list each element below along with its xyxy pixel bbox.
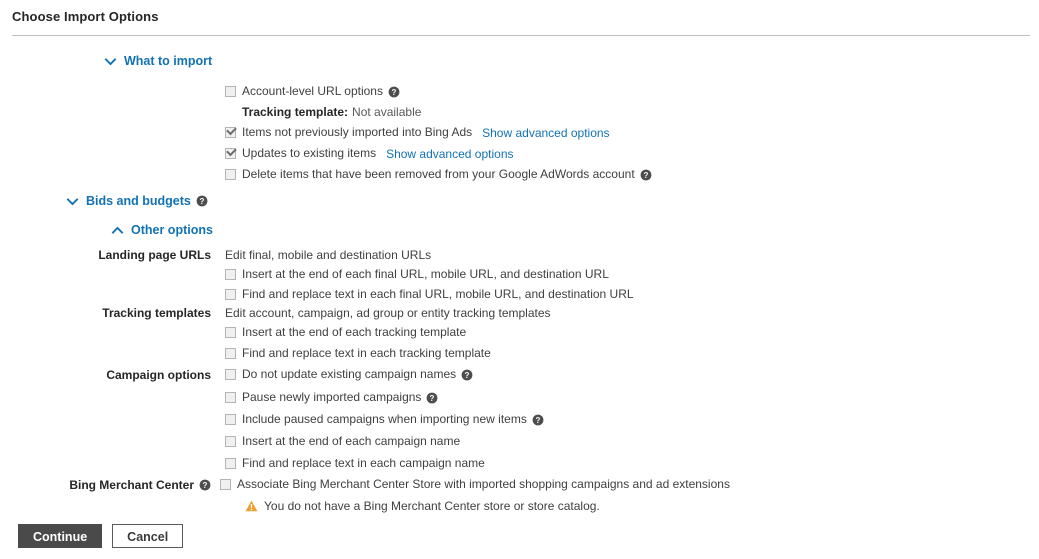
tracking-template-key: Tracking template:: [242, 104, 349, 119]
checkbox-label-find-replace-tracking-template: Find and replace text in each tracking t…: [242, 346, 491, 360]
checkbox-find-replace-campaign-name[interactable]: [225, 458, 236, 469]
checkbox-label-insert-end-campaign-name: Insert at the end of each campaign name: [242, 434, 461, 448]
checkbox-label-find-replace-campaign-name: Find and replace text in each campaign n…: [242, 456, 485, 470]
option-row-do-not-update-campaign-names: Campaign options Do not update existing …: [0, 365, 1039, 384]
checkbox-pause-newly-imported-campaigns[interactable]: [225, 392, 236, 403]
help-icon[interactable]: ?: [532, 414, 544, 426]
checkbox-label-items-not-previously-imported: Items not previously imported into Bing …: [242, 125, 473, 139]
checkbox-label-insert-end-tracking-template: Insert at the end of each tracking templ…: [242, 325, 467, 339]
checkbox-find-replace-tracking-template[interactable]: [225, 348, 236, 359]
footer-actions: Continue Cancel: [18, 524, 184, 548]
help-icon[interactable]: ?: [640, 169, 652, 181]
group-description-tracking-templates: Edit account, campaign, ad group or enti…: [225, 305, 551, 320]
checkbox-updates-to-existing-items[interactable]: [225, 148, 236, 159]
help-icon[interactable]: ?: [196, 195, 208, 207]
checkbox-label-include-paused-campaigns: Include paused campaigns when importing …: [242, 412, 527, 426]
checkbox-include-paused-campaigns[interactable]: [225, 414, 236, 425]
checkbox-label-associate-bing-merchant-center: Associate Bing Merchant Center Store wit…: [237, 477, 730, 491]
cancel-button[interactable]: Cancel: [112, 524, 184, 548]
help-icon[interactable]: ?: [388, 86, 400, 98]
option-row-find-replace-final-url: Find and replace text in each final URL,…: [0, 285, 1039, 304]
option-row-find-replace-tracking-template: Find and replace text in each tracking t…: [0, 344, 1039, 363]
option-row-delete-removed-items: Delete items that have been removed from…: [0, 165, 1039, 184]
continue-button[interactable]: Continue: [18, 524, 103, 548]
link-show-advanced-options-items[interactable]: Show advanced options: [482, 126, 609, 140]
group-row-tracking-templates: Tracking templates Edit account, campaig…: [0, 303, 1039, 322]
checkbox-insert-end-campaign-name[interactable]: [225, 436, 236, 447]
tracking-template-value: Not available: [352, 104, 422, 119]
checkbox-find-replace-final-url[interactable]: [225, 289, 236, 300]
option-row-items-not-previously-imported: Items not previously imported into Bing …: [0, 123, 1039, 142]
option-row-find-replace-campaign-name: Find and replace text in each campaign n…: [0, 454, 1039, 473]
checkbox-associate-bing-merchant-center[interactable]: [220, 479, 231, 490]
section-toggle-bids-and-budgets[interactable]: Bids and budgets ?: [66, 194, 208, 208]
help-icon[interactable]: ?: [426, 392, 438, 404]
checkbox-delete-removed-items[interactable]: [225, 169, 236, 180]
warning-text-bing-merchant-center: You do not have a Bing Merchant Center s…: [264, 498, 600, 513]
option-row-associate-bing-merchant-center: Bing Merchant Center ? Associate Bing Me…: [0, 475, 1039, 494]
option-row-account-level-url-options: Account-level URL options ?: [0, 82, 1039, 101]
section-toggle-what-to-import[interactable]: What to import: [104, 54, 212, 68]
section-label-what-to-import: What to import: [124, 54, 213, 68]
checkbox-label-pause-newly-imported-campaigns: Pause newly imported campaigns: [242, 390, 422, 404]
checkbox-label-updates-to-existing-items: Updates to existing items: [242, 146, 377, 160]
option-row-insert-end-tracking-template: Insert at the end of each tracking templ…: [0, 323, 1039, 342]
svg-text:?: ?: [392, 88, 397, 97]
checkbox-account-level-url-options[interactable]: [225, 86, 236, 97]
group-label-bing-merchant-center: Bing Merchant Center: [69, 477, 194, 492]
warning-row-bing-merchant-center: You do not have a Bing Merchant Center s…: [0, 496, 1039, 515]
checkbox-do-not-update-campaign-names[interactable]: [225, 369, 236, 380]
option-row-insert-end-campaign-name: Insert at the end of each campaign name: [0, 432, 1039, 451]
page-title: Choose Import Options: [12, 9, 159, 24]
svg-text:?: ?: [199, 197, 204, 206]
checkbox-label-find-replace-final-url: Find and replace text in each final URL,…: [242, 287, 634, 301]
chevron-up-icon: [111, 224, 124, 237]
svg-text:?: ?: [203, 481, 208, 490]
svg-text:?: ?: [535, 416, 540, 425]
svg-text:?: ?: [465, 371, 470, 380]
group-description-landing-page-urls: Edit final, mobile and destination URLs: [225, 247, 432, 262]
option-row-updates-to-existing-items: Updates to existing items Show advanced …: [0, 144, 1039, 163]
info-row-tracking-template: Tracking template: Not available: [0, 102, 1039, 121]
option-row-include-paused-campaigns: Include paused campaigns when importing …: [0, 410, 1039, 429]
section-label-bids-and-budgets: Bids and budgets: [86, 194, 191, 208]
group-label-bing-merchant-center-wrap: Bing Merchant Center ?: [0, 478, 211, 492]
svg-text:?: ?: [643, 171, 648, 180]
section-label-other-options: Other options: [131, 223, 213, 237]
checkbox-insert-end-final-url[interactable]: [225, 269, 236, 280]
checkbox-label-insert-end-final-url: Insert at the end of each final URL, mob…: [242, 267, 609, 281]
link-show-advanced-options-updates[interactable]: Show advanced options: [386, 147, 513, 161]
chevron-down-icon: [104, 55, 117, 68]
checkbox-insert-end-tracking-template[interactable]: [225, 327, 236, 338]
checkbox-label-account-level-url-options: Account-level URL options: [242, 84, 383, 98]
group-label-landing-page-urls: Landing page URLs: [98, 247, 211, 262]
group-row-landing-page-urls: Landing page URLs Edit final, mobile and…: [0, 245, 1039, 264]
svg-text:?: ?: [430, 394, 435, 403]
checkbox-label-do-not-update-campaign-names: Do not update existing campaign names: [242, 367, 457, 381]
group-label-campaign-options: Campaign options: [106, 367, 211, 382]
section-toggle-other-options[interactable]: Other options: [111, 223, 213, 237]
warning-icon: [245, 500, 258, 512]
help-icon[interactable]: ?: [199, 479, 211, 491]
checkbox-label-delete-removed-items: Delete items that have been removed from…: [242, 167, 635, 181]
title-divider: [12, 35, 1030, 36]
chevron-down-icon: [66, 195, 79, 208]
option-row-insert-end-final-url: Insert at the end of each final URL, mob…: [0, 265, 1039, 284]
checkbox-items-not-previously-imported[interactable]: [225, 127, 236, 138]
help-icon[interactable]: ?: [461, 369, 473, 381]
group-label-tracking-templates: Tracking templates: [102, 305, 211, 320]
option-row-pause-newly-imported-campaigns: Pause newly imported campaigns ?: [0, 388, 1039, 407]
